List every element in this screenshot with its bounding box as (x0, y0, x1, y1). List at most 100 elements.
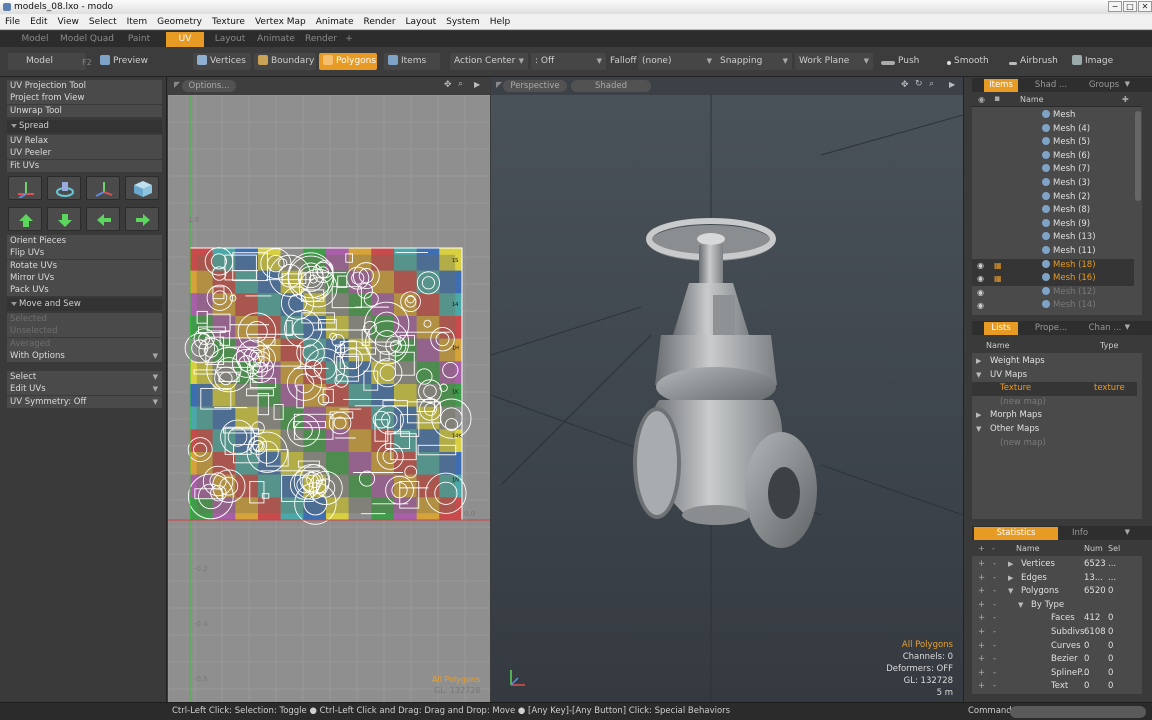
plus-icon[interactable]: + (978, 640, 985, 654)
nudge-left-button[interactable] (86, 207, 120, 231)
plus-icon[interactable]: + (978, 626, 985, 640)
move-uv-tool-button[interactable] (8, 176, 42, 200)
item-row[interactable]: Mesh (972, 109, 1134, 123)
menu-edit[interactable]: Edit (25, 14, 52, 30)
items-scrollbar[interactable] (1135, 111, 1141, 201)
uv-canvas[interactable]: 1S 14 1H 1K 14K 1N (168, 95, 490, 702)
stat-row[interactable]: + - Subdivs 6108 0 (972, 626, 1137, 640)
list-row[interactable]: Texture texture (972, 382, 1137, 396)
polygons-mode-button[interactable]: Polygons (319, 53, 377, 70)
nudge-up-button[interactable] (8, 207, 42, 231)
push-brush-button[interactable]: Push (877, 53, 941, 70)
tab-chan[interactable]: Chan ... (1082, 322, 1128, 335)
layout-tab-layout[interactable]: Layout (208, 32, 252, 47)
menu-layout[interactable]: Layout (401, 14, 442, 30)
layout-tab-animate[interactable]: Animate (254, 32, 298, 47)
boundary-mode-button[interactable]: Boundary (254, 53, 316, 70)
scale-uv-tool-button[interactable] (86, 176, 120, 200)
tool-uv-peeler[interactable]: UV Peeler (7, 147, 162, 160)
list-row[interactable]: ▶ Weight Maps (972, 355, 1137, 369)
tab-items[interactable]: Items (984, 79, 1018, 92)
tab-statistics[interactable]: Statistics (974, 527, 1058, 540)
camera-selector[interactable]: Perspective (503, 80, 567, 92)
transform-uv-tool-button[interactable] (125, 176, 159, 200)
uv-options-button[interactable]: Options... (182, 80, 236, 92)
item-row[interactable]: Mesh (6) (972, 150, 1134, 164)
menu-select[interactable]: Select (84, 14, 122, 30)
plus-icon[interactable]: + (978, 572, 985, 586)
item-row[interactable]: Mesh (5) (972, 136, 1134, 150)
tab-prope[interactable]: Prope... (1028, 322, 1074, 335)
menu-view[interactable]: View (53, 14, 84, 30)
tool-fit-uvs[interactable]: Fit UVs (7, 159, 162, 172)
pan-icon[interactable]: ✥ (901, 80, 909, 90)
uv-viewport[interactable]: ◤ Options... ✥ ⌕ ▶ 1S 14 1H 1K 14K 1N 1.0 0.0… (168, 77, 490, 702)
stat-row[interactable]: + - Text 0 0 (972, 680, 1137, 694)
smooth-brush-button[interactable]: Smooth (943, 53, 1003, 70)
expanded-arrow-icon[interactable]: ▼ (976, 369, 981, 383)
plus-icon[interactable]: + (978, 612, 985, 626)
menu-help[interactable]: Help (485, 14, 516, 30)
expand-arrow-icon[interactable]: ▶ (1008, 558, 1013, 572)
minus-icon[interactable]: - (993, 680, 996, 694)
tab-shad[interactable]: Shad ... (1028, 79, 1074, 92)
layout-tab-uv[interactable]: UV (166, 32, 204, 47)
tool-project-from-view[interactable]: Project from View (7, 92, 162, 105)
add-item-icon[interactable]: ✚ (1122, 95, 1129, 104)
minus-icon[interactable]: - (993, 626, 996, 640)
panel-menu-icon[interactable]: ▼ (1125, 80, 1130, 88)
item-row[interactable]: Mesh (2) (972, 191, 1134, 205)
menu-geometry[interactable]: Geometry (152, 14, 207, 30)
stat-row[interactable]: + - ▼ By Type (972, 599, 1137, 613)
falloff-label-button[interactable]: Falloff (606, 53, 640, 70)
tool-rotate-uvs[interactable]: Rotate UVs (7, 259, 162, 272)
command-input[interactable] (1010, 706, 1146, 718)
minus-icon[interactable]: - (993, 572, 996, 586)
3d-scene[interactable] (491, 95, 963, 702)
minus-icon[interactable]: - (993, 653, 996, 667)
dropdown-uv-symmetry-off[interactable]: UV Symmetry: Off ▼ (7, 395, 162, 408)
panel-menu-icon[interactable]: ▼ (1125, 323, 1130, 331)
tool-averaged[interactable]: Averaged (7, 337, 162, 350)
nudge-down-button[interactable] (47, 207, 81, 231)
visibility-eye-icon[interactable]: ◉ (977, 259, 984, 273)
expand-arrow-icon[interactable]: ▶ (1008, 572, 1013, 586)
work-plane-dropdown[interactable]: Work Plane ▼ (795, 53, 873, 70)
tool-unwrap-tool[interactable]: Unwrap Tool (7, 104, 162, 117)
panel-menu-icon[interactable]: ▼ (1125, 528, 1130, 536)
item-row[interactable]: Mesh (7) (972, 163, 1134, 177)
action-center-value-dropdown[interactable]: : Off ▼ (531, 53, 606, 70)
tab-groups[interactable]: Groups (1082, 79, 1126, 92)
items-mode-button[interactable]: Items (384, 53, 440, 70)
rotate-view-icon[interactable]: ↻ (915, 79, 923, 89)
viewport-menu-icon[interactable]: ◤ (496, 80, 502, 89)
tool-uv-relax[interactable]: UV Relax (7, 135, 162, 147)
zoom-icon[interactable]: ⌕ (929, 79, 934, 89)
layout-tab-model-quad[interactable]: Model Quad (58, 32, 116, 47)
expand-arrow-icon[interactable]: ▼ (1008, 585, 1013, 599)
list-row[interactable]: ▼ UV Maps (972, 369, 1137, 383)
spread-section-header[interactable]: Spread (7, 120, 162, 133)
plus-icon[interactable]: + (978, 585, 985, 599)
list-row[interactable]: ▼ Other Maps (972, 423, 1137, 437)
rotate-uv-tool-button[interactable] (47, 176, 81, 200)
nudge-right-button[interactable] (125, 207, 159, 231)
item-row[interactable]: Mesh (11) (972, 245, 1134, 259)
stat-row[interactable]: + - SplineP... 0 0 (972, 667, 1137, 681)
minus-icon[interactable]: - (993, 599, 996, 613)
3d-viewport[interactable]: ◤ Perspective Shaded ✥ ↻ ⌕ ▶ All Polygon… (491, 77, 963, 702)
expand-arrow-icon[interactable]: ▶ (949, 80, 955, 89)
tool-pack-uvs[interactable]: Pack UVs (7, 284, 162, 297)
plus-icon[interactable]: + (978, 558, 985, 572)
dropdown-edit-uvs[interactable]: Edit UVs ▼ (7, 383, 162, 396)
image-brush-button[interactable]: Image (1068, 53, 1130, 70)
vertices-mode-button[interactable]: Vertices (193, 53, 251, 70)
menu-system[interactable]: System (441, 14, 485, 30)
snapping-dropdown[interactable]: Snapping ▼ (716, 53, 792, 70)
minus-icon[interactable]: - (993, 667, 996, 681)
item-row[interactable]: Mesh (13) (972, 231, 1134, 245)
minus-icon[interactable]: - (993, 558, 996, 572)
item-row[interactable]: Mesh (4) (972, 123, 1134, 137)
menu-file[interactable]: File (0, 14, 25, 30)
tool-unselected[interactable]: Unselected (7, 325, 162, 338)
